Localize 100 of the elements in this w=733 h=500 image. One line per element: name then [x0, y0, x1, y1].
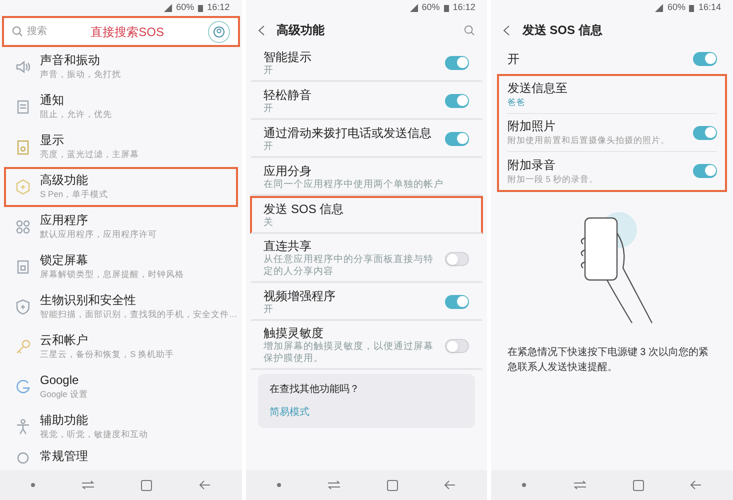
dot-icon[interactable] [522, 483, 526, 487]
item-subtitle: 视觉，听觉，敏捷度和互动 [40, 428, 148, 441]
toggle-switch[interactable] [693, 164, 717, 178]
toggle-switch[interactable] [693, 126, 717, 140]
item-title: 附加录音 [507, 158, 556, 172]
settings-item[interactable]: Google Google 设置 [4, 367, 238, 407]
settings-item[interactable]: 显示 亮度，蓝光过滤，主屏幕 [4, 127, 238, 167]
item-title: 云和帐户 [40, 333, 89, 348]
key-icon [14, 338, 32, 356]
item-title: 辅助功能 [40, 413, 89, 428]
item-title: 智能提示 [264, 50, 313, 64]
settings-item[interactable]: 通知 阻止，允许，优先 [4, 87, 238, 127]
signal-icon [410, 4, 418, 12]
battery-level: 60% [422, 1, 440, 14]
item-title: 应用程序 [40, 213, 89, 228]
settings-item[interactable]: 轻松静音 开 [250, 82, 484, 120]
toggle-switch[interactable] [445, 338, 470, 352]
search-bar[interactable]: 搜索 直接搜索SOS [2, 16, 240, 47]
settings-item[interactable]: 锁定屏幕 屏幕解锁类型，息屏提醒，时钟风格 [4, 247, 238, 287]
item-title: 声音和振动 [40, 53, 101, 68]
settings-item[interactable]: 通过滑动来拨打电话或发送信息 开 [250, 120, 484, 158]
recent-apps-icon[interactable] [326, 480, 341, 490]
search-icon [12, 26, 23, 37]
item-subtitle: Google 设置 [40, 388, 88, 401]
settings-item[interactable]: 智能提示 开 [250, 44, 484, 82]
settings-item[interactable]: 触摸灵敏度 增加屏幕的触摸灵敏度，以便通过屏幕保护膜使用。 [250, 321, 484, 370]
back-icon[interactable] [198, 480, 211, 490]
settings-item[interactable]: 附加录音 附加一段 5 秒的录音。 [507, 152, 717, 190]
item-title: 轻松静音 [264, 88, 313, 102]
toggle-switch[interactable] [445, 252, 470, 266]
home-icon[interactable] [632, 480, 644, 490]
settings-item[interactable]: 应用程序 默认应用程序，应用程序许可 [4, 207, 238, 247]
item-subtitle: 阻止，允许，优先 [40, 108, 112, 121]
annotation-text: 直接搜索SOS [90, 24, 164, 40]
toggle-switch[interactable] [445, 295, 470, 309]
settings-item[interactable]: 直连共享 从任意应用程序中的分享面板直接与特定的人分享内容 [250, 234, 484, 283]
battery-icon [689, 4, 694, 12]
settings-item[interactable]: 发送 SOS 信息 关 [250, 196, 484, 234]
item-title: 高级功能 [40, 173, 89, 188]
settings-item[interactable]: 声音和振动 声音，振动，免打扰 [4, 47, 238, 87]
item-title: 触摸灵敏度 [264, 326, 325, 341]
signal-icon [164, 4, 172, 12]
home-icon[interactable] [141, 480, 152, 490]
settings-item[interactable]: 生物识别和安全性 智能扫描，面部识别，查找我的手机，安全文件… [4, 287, 238, 327]
battery-level: 60% [667, 1, 686, 14]
item-subtitle: 开 [264, 64, 275, 76]
item-title: 发送 SOS 信息 [264, 202, 345, 216]
recent-apps-icon[interactable] [81, 480, 96, 490]
settings-item[interactable]: 高级功能 S Pen，单手模式 [4, 167, 238, 207]
item-subtitle: 附加使用前置和后置摄像头拍摄的照片。 [507, 134, 670, 146]
recent-apps-icon[interactable] [572, 480, 587, 490]
item-subtitle: S Pen，单手模式 [40, 188, 108, 201]
dot-icon[interactable] [31, 483, 36, 487]
settings-item[interactable]: 应用分身 在同一个应用程序中使用两个单独的帐户 [250, 158, 484, 196]
search-placeholder: 搜索 [27, 24, 47, 39]
card-title: 在查找其他功能吗？ [270, 382, 361, 397]
battery-level: 60% [176, 1, 194, 14]
profile-button[interactable] [208, 20, 230, 42]
item-subtitle: 开 [264, 304, 275, 316]
search-icon[interactable] [464, 24, 476, 36]
settings-item[interactable]: 辅助功能 视觉，听觉，敏捷度和互动 [4, 407, 238, 447]
back-icon[interactable] [690, 480, 702, 490]
settings-item[interactable]: 云和帐户 三星云，备份和恢复，S 换机助手 [4, 327, 238, 367]
screen-title: 发送 SOS 信息 [522, 22, 602, 39]
item-subtitle: 增加屏幕的触摸灵敏度，以便通过屏幕保护膜使用。 [264, 341, 435, 365]
item-title: 通知 [40, 93, 65, 108]
hexagon-icon [14, 178, 32, 196]
clock-time: 16:14 [698, 1, 721, 14]
item-subtitle: 开 [264, 102, 275, 114]
settings-item[interactable]: 常规管理 [4, 447, 238, 463]
item-subtitle: 在同一个应用程序中使用两个单独的帐户 [264, 178, 445, 190]
item-subtitle: 默认应用程序，应用程序许可 [40, 228, 157, 241]
toggle-switch[interactable] [693, 52, 717, 66]
toggle-switch[interactable] [445, 132, 470, 146]
dot-icon[interactable] [276, 483, 281, 487]
toggle-switch[interactable] [445, 56, 470, 70]
item-subtitle: 声音，振动，免打扰 [40, 68, 121, 81]
profile-icon [212, 26, 225, 38]
toggle-switch[interactable] [445, 94, 470, 108]
g-letter-icon [14, 378, 32, 396]
battery-icon [198, 4, 204, 12]
item-subtitle: 三星云，备份和恢复，S 换机助手 [40, 348, 174, 361]
back-icon[interactable] [444, 480, 456, 490]
speaker-icon [14, 58, 32, 76]
person-icon [14, 418, 32, 436]
item-title: 直连共享 [264, 239, 313, 254]
item-subtitle: 从任意应用程序中的分享面板直接与特定的人分享内容 [264, 254, 435, 278]
settings-item[interactable]: 视频增强程序 开 [250, 283, 484, 321]
screen-title: 高级功能 [276, 22, 325, 39]
clock-time: 16:12 [452, 1, 476, 14]
battery-icon [444, 4, 449, 12]
clock-time: 16:12 [207, 1, 230, 14]
item-title: 视频增强程序 [264, 288, 337, 304]
item-title: 通过滑动来拨打电话或发送信息 [264, 126, 433, 140]
settings-item[interactable]: 发送信息至 爸爸 [507, 76, 717, 114]
settings-item[interactable]: 附加照片 附加使用前置和后置摄像头拍摄的照片。 [507, 114, 717, 152]
master-switch-label: 开 [507, 51, 520, 68]
item-title: 锁定屏幕 [40, 253, 89, 268]
shield-icon [14, 298, 32, 316]
home-icon[interactable] [387, 480, 398, 490]
